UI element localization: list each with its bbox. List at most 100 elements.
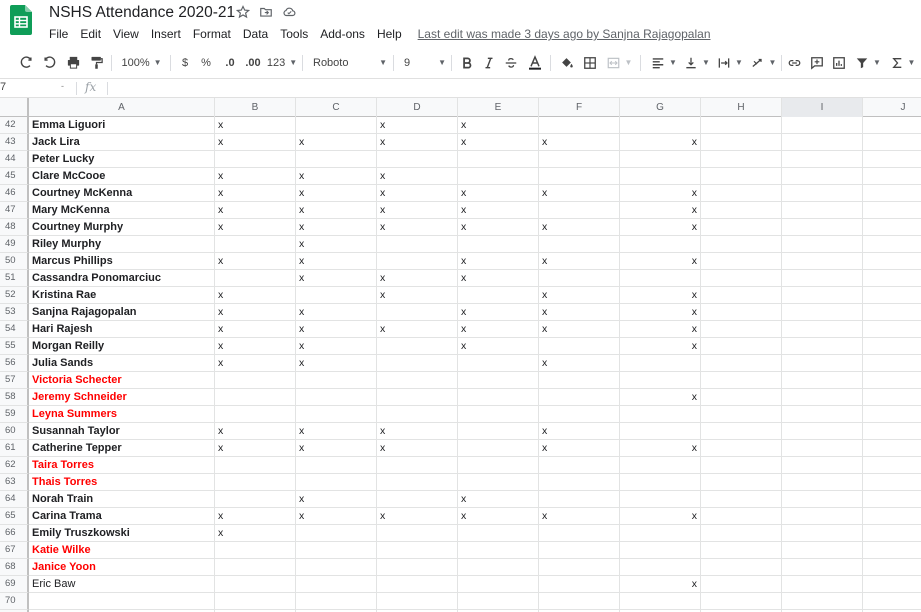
attendance-cell[interactable]: x [458, 253, 539, 270]
attendance-cell[interactable] [539, 236, 620, 253]
attendance-cell[interactable]: x [296, 236, 377, 253]
attendance-cell[interactable] [863, 304, 921, 321]
attendance-cell[interactable] [782, 185, 863, 202]
student-name-cell[interactable]: Emma Liguori [29, 117, 215, 134]
attendance-cell[interactable] [701, 202, 782, 219]
attendance-cell[interactable] [701, 151, 782, 168]
attendance-cell[interactable] [620, 491, 701, 508]
attendance-cell[interactable] [539, 117, 620, 134]
attendance-cell[interactable] [701, 338, 782, 355]
attendance-cell[interactable] [539, 474, 620, 491]
attendance-cell[interactable] [782, 389, 863, 406]
attendance-cell[interactable]: x [458, 134, 539, 151]
menu-format[interactable]: Format [193, 27, 231, 41]
attendance-cell[interactable] [701, 474, 782, 491]
attendance-cell[interactable]: x [539, 134, 620, 151]
attendance-cell[interactable] [782, 321, 863, 338]
column-header-b[interactable]: B [215, 98, 296, 117]
student-name-cell[interactable]: Katie Wilke [29, 542, 215, 559]
attendance-cell[interactable] [782, 593, 863, 610]
attendance-cell[interactable] [701, 236, 782, 253]
column-header-e[interactable]: E [458, 98, 539, 117]
attendance-cell[interactable]: x [620, 219, 701, 236]
attendance-cell[interactable]: x [620, 440, 701, 457]
attendance-cell[interactable] [296, 559, 377, 576]
bold-button[interactable] [459, 46, 475, 79]
attendance-cell[interactable] [782, 304, 863, 321]
attendance-cell[interactable] [458, 287, 539, 304]
attendance-cell[interactable]: x [458, 270, 539, 287]
attendance-cell[interactable] [377, 406, 458, 423]
attendance-cell[interactable] [539, 491, 620, 508]
attendance-cell[interactable] [782, 372, 863, 389]
attendance-cell[interactable] [782, 457, 863, 474]
attendance-cell[interactable] [782, 474, 863, 491]
attendance-cell[interactable]: x [620, 389, 701, 406]
attendance-cell[interactable] [863, 372, 921, 389]
attendance-cell[interactable]: x [377, 185, 458, 202]
student-name-cell[interactable]: Jeremy Schneider [29, 389, 215, 406]
attendance-cell[interactable] [458, 355, 539, 372]
fill-color-button[interactable] [558, 46, 574, 79]
attendance-cell[interactable]: x [377, 270, 458, 287]
attendance-cell[interactable] [863, 168, 921, 185]
attendance-cell[interactable] [701, 389, 782, 406]
attendance-cell[interactable] [215, 236, 296, 253]
text-rotation-button[interactable]: ▼ [749, 46, 777, 79]
attendance-cell[interactable] [863, 593, 921, 610]
attendance-cell[interactable] [701, 372, 782, 389]
spreadsheet-grid[interactable]: ABCDEFGHIJ 42 Emma Liguori x x x 43 Jack Lira x… [0, 98, 921, 612]
attendance-cell[interactable] [296, 576, 377, 593]
row-header[interactable]: 65 [0, 508, 29, 525]
attendance-cell[interactable]: x [539, 321, 620, 338]
attendance-cell[interactable]: x [458, 321, 539, 338]
attendance-cell[interactable] [782, 236, 863, 253]
attendance-cell[interactable]: x [215, 287, 296, 304]
row-header[interactable]: 49 [0, 236, 29, 253]
attendance-cell[interactable] [782, 423, 863, 440]
row-header[interactable]: 70 [0, 593, 29, 610]
attendance-cell[interactable] [458, 474, 539, 491]
format-currency-button[interactable]: $ [178, 46, 192, 79]
column-header-h[interactable]: H [701, 98, 782, 117]
attendance-cell[interactable]: x [539, 508, 620, 525]
last-edit-link[interactable]: Last edit was made 3 days ago by Sanjna … [418, 27, 711, 41]
attendance-cell[interactable] [863, 525, 921, 542]
attendance-cell[interactable] [863, 406, 921, 423]
attendance-cell[interactable] [215, 270, 296, 287]
student-name-cell[interactable]: Marcus Phillips [29, 253, 215, 270]
attendance-cell[interactable] [296, 389, 377, 406]
attendance-cell[interactable] [701, 270, 782, 287]
attendance-cell[interactable] [863, 576, 921, 593]
attendance-cell[interactable] [782, 355, 863, 372]
attendance-cell[interactable] [215, 372, 296, 389]
attendance-cell[interactable] [296, 151, 377, 168]
attendance-cell[interactable] [377, 355, 458, 372]
attendance-cell[interactable]: x [620, 253, 701, 270]
row-header[interactable]: 57 [0, 372, 29, 389]
attendance-cell[interactable] [377, 338, 458, 355]
document-title[interactable]: NSHS Attendance 2020-21 [49, 4, 235, 22]
attendance-cell[interactable] [377, 253, 458, 270]
student-name-cell[interactable]: Riley Murphy [29, 236, 215, 253]
attendance-cell[interactable]: x [620, 287, 701, 304]
attendance-cell[interactable] [620, 457, 701, 474]
attendance-cell[interactable]: x [215, 202, 296, 219]
attendance-cell[interactable]: x [296, 355, 377, 372]
attendance-cell[interactable] [458, 168, 539, 185]
row-header[interactable]: 68 [0, 559, 29, 576]
attendance-cell[interactable] [863, 440, 921, 457]
student-name-cell[interactable]: Sanjna Rajagopalan [29, 304, 215, 321]
font-select[interactable]: Roboto ▼ [313, 46, 387, 79]
column-header-f[interactable]: F [539, 98, 620, 117]
attendance-cell[interactable] [458, 457, 539, 474]
attendance-cell[interactable] [377, 372, 458, 389]
row-header[interactable]: 50 [0, 253, 29, 270]
attendance-cell[interactable] [701, 525, 782, 542]
attendance-cell[interactable] [863, 236, 921, 253]
strikethrough-button[interactable] [503, 46, 519, 79]
attendance-cell[interactable]: x [296, 423, 377, 440]
attendance-cell[interactable] [701, 491, 782, 508]
attendance-cell[interactable] [863, 117, 921, 134]
column-header-a[interactable]: A [29, 98, 215, 117]
